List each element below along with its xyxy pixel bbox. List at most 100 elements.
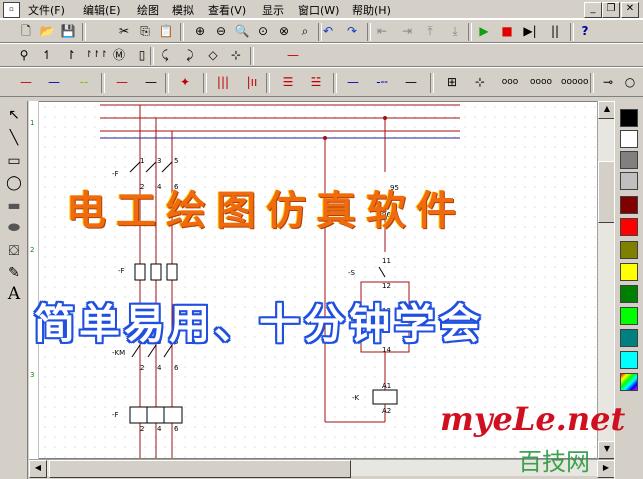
pointer-icon[interactable]: ↖ (4, 105, 24, 125)
menu-help[interactable]: 帮助(H) (352, 2, 391, 18)
bus-tap-icon[interactable]: |ıı (242, 72, 262, 92)
label-ol-4: 4 (157, 425, 162, 433)
node-icon[interactable]: ✦ (175, 72, 195, 92)
zoom-fit-icon[interactable]: ⌕ (295, 21, 315, 41)
text-icon[interactable]: A (4, 284, 24, 304)
line-blue-icon[interactable]: — (343, 72, 363, 92)
hbus-icon[interactable]: ☰ (278, 72, 298, 92)
align-right-icon[interactable]: ⇥ (397, 21, 417, 41)
swatch-6[interactable] (620, 241, 638, 259)
pause-icon[interactable]: || (545, 21, 565, 41)
step-icon[interactable]: ▶| (520, 21, 540, 41)
fuse-icon[interactable]: ⊞ (442, 72, 462, 92)
stop-icon[interactable]: ■ (497, 21, 517, 41)
ruler-mark-1: 1 (30, 119, 35, 127)
swatch-8[interactable] (620, 285, 638, 303)
plug-icon[interactable]: ⊸ (598, 72, 618, 92)
align-bottom-icon[interactable]: ⤓ (445, 21, 465, 41)
swatch-5[interactable] (620, 218, 638, 236)
terminal-4-icon[interactable]: ooooo (561, 72, 589, 92)
neutral-wire-icon[interactable]: — (141, 72, 161, 92)
zoom-out-icon[interactable]: ⊖ (211, 21, 231, 41)
overlay-subtitle: 简单易用、十分钟学会 (34, 300, 484, 348)
blue-wire-icon[interactable]: — (44, 72, 64, 92)
swatch-2[interactable] (620, 151, 638, 169)
ellipse-icon[interactable]: ◯ (4, 173, 24, 193)
save-icon[interactable]: 💾 (58, 21, 78, 41)
label-ol-2: 2 (140, 425, 145, 433)
swatch-10[interactable] (620, 329, 638, 347)
filled-ellipse-icon[interactable]: ⬬ (4, 218, 24, 238)
label-dev-k: -K (352, 394, 360, 402)
swatch-3[interactable] (620, 172, 638, 190)
terminal-3-icon[interactable]: oooo (530, 72, 552, 92)
green-wire-icon[interactable]: -- (74, 72, 94, 92)
swatch-11[interactable] (620, 351, 638, 369)
zoom-all-icon[interactable]: ⊙ (253, 21, 273, 41)
terminal-icon[interactable]: ⊹ (470, 72, 490, 92)
switch-icon[interactable]: ↾ (61, 45, 81, 65)
red-wire-icon[interactable]: — (16, 72, 36, 92)
bus-3-icon[interactable]: ||| (213, 72, 233, 92)
zoom-prev-icon[interactable]: ⊗ (274, 21, 294, 41)
three-pole-icon[interactable]: ↾↾↾ (85, 45, 108, 65)
menu-draw[interactable]: 绘图 (137, 2, 159, 18)
scroll-right-icon[interactable]: ▶ (597, 460, 615, 478)
menu-window[interactable]: 窗口(W) (298, 2, 339, 18)
zoom-in-icon[interactable]: ⊕ (190, 21, 210, 41)
label-col-5: 5 (174, 157, 179, 165)
hbus-tap-icon[interactable]: ☱ (306, 72, 326, 92)
vertical-ruler: 1 2 3 (29, 101, 39, 459)
menu-edit[interactable]: 编辑(E) (83, 2, 121, 18)
no-contact-icon[interactable]: ⤸ (180, 45, 200, 65)
zoom-window-icon[interactable]: 🔍 (232, 21, 252, 41)
menu-file[interactable]: 文件(F) (28, 2, 65, 18)
menu-simulate[interactable]: 模拟 (172, 2, 194, 18)
nc-contact-icon[interactable]: ⤹ (155, 45, 175, 65)
label-col-1: 1 (140, 157, 145, 165)
swatch-9[interactable] (620, 307, 638, 325)
contact-icon[interactable]: ↿ (37, 45, 57, 65)
app-icon[interactable]: ▫ (3, 2, 20, 18)
terminal-2-icon[interactable]: ooo (500, 72, 520, 92)
line-black-icon[interactable]: — (401, 72, 421, 92)
new-icon[interactable]: 🗋 (16, 21, 36, 41)
run-icon[interactable]: ▶ (474, 21, 494, 41)
minimize-button[interactable]: _ (584, 2, 602, 18)
align-left-icon[interactable]: ⇤ (372, 21, 392, 41)
swatch-1[interactable] (620, 130, 638, 148)
close-button[interactable]: ✕ (621, 2, 639, 18)
help-icon[interactable]: ? (575, 21, 595, 41)
menu-view[interactable]: 查看(V) (208, 2, 246, 18)
scroll-left-icon[interactable]: ◀ (29, 460, 47, 478)
redo-icon[interactable]: ↷ (342, 21, 362, 41)
relay-icon[interactable]: ▯ (132, 45, 152, 65)
swatch-0[interactable] (620, 109, 638, 127)
scroll-thumb-h[interactable] (49, 460, 351, 478)
label-col-3: 3 (157, 157, 162, 165)
menu-display[interactable]: 显示 (262, 2, 284, 18)
swatch-7[interactable] (620, 263, 638, 281)
socket-icon[interactable]: ○ (620, 72, 640, 92)
align-top-icon[interactable]: ⤒ (420, 21, 440, 41)
line-blue-mid-icon[interactable]: -╌ (372, 72, 392, 92)
swatch-4[interactable] (620, 196, 638, 214)
restore-button[interactable]: ❐ (602, 2, 620, 18)
filled-rect-icon[interactable]: ▬ (4, 196, 24, 216)
motor-icon[interactable]: Ⓜ (109, 45, 129, 65)
junction-icon[interactable]: ⊹ (226, 45, 246, 65)
line-icon[interactable]: ╲ (4, 128, 24, 148)
open-icon[interactable]: 📂 (37, 21, 57, 41)
fill-icon[interactable]: ⛋ (4, 241, 24, 261)
phase-wire-icon[interactable]: — (112, 72, 132, 92)
paste-icon[interactable]: 📋 (156, 21, 176, 41)
wire-icon[interactable]: — (283, 45, 303, 65)
rectangle-icon[interactable]: ▭ (4, 151, 24, 171)
pick-color-icon[interactable]: ✎ (4, 263, 24, 283)
copy-icon[interactable]: ⎘ (135, 21, 155, 41)
diamond-icon[interactable]: ◇ (203, 45, 223, 65)
swatch-rainbow[interactable] (620, 373, 638, 391)
cut-icon[interactable]: ✂ (114, 21, 134, 41)
undo-icon[interactable]: ↶ (318, 21, 338, 41)
lamp-icon[interactable]: ⚲ (14, 45, 34, 65)
